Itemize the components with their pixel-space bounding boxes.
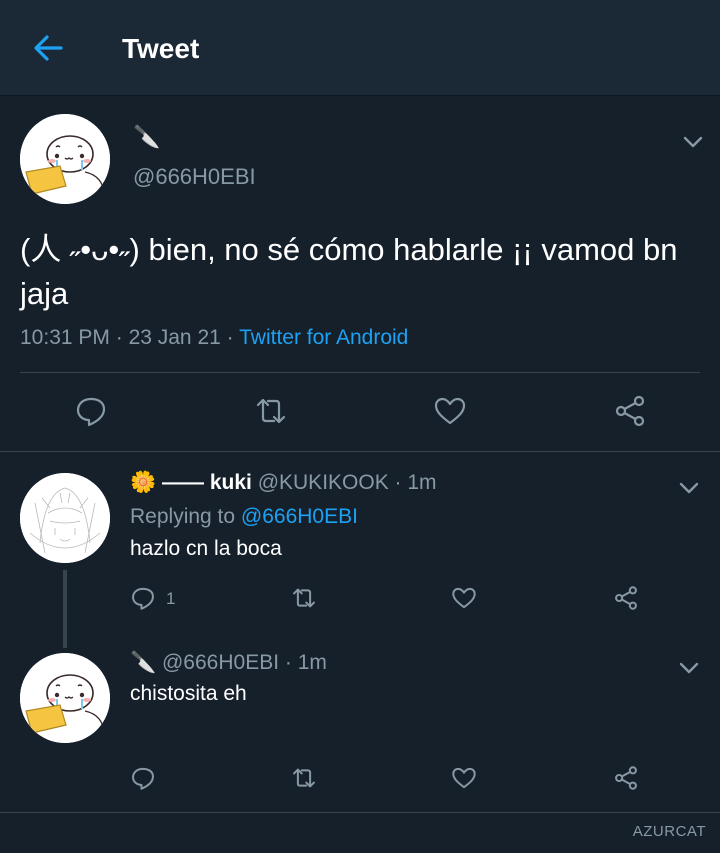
heart-icon [452, 767, 476, 789]
app-header: Tweet [0, 0, 720, 96]
reply-options-button[interactable] [676, 658, 702, 678]
reply-button[interactable] [74, 394, 108, 428]
replying-to: Replying to @666H0EBI [130, 505, 358, 529]
reply-text: chistosita eh [130, 682, 247, 705]
reply-avatar[interactable] [20, 473, 110, 563]
author-name-emoji[interactable]: 🔪 [133, 124, 160, 150]
heart-icon [452, 587, 476, 609]
chevron-down-icon [679, 482, 699, 494]
share-button[interactable] [613, 585, 639, 611]
thread-line [63, 570, 67, 648]
tweet-meta: 10:31 PM · 23 Jan 21 · Twitter for Andro… [20, 326, 408, 350]
tweet-options-button[interactable] [680, 132, 706, 152]
reply-icon [76, 397, 106, 427]
tweet-source-link[interactable]: Twitter for Android [239, 326, 408, 349]
avatar-character-icon [20, 114, 110, 204]
meta-separator: · [220, 326, 240, 349]
reply-author-handle[interactable]: @666H0EBI [156, 651, 279, 674]
tweet-time: 10:31 PM [20, 326, 110, 349]
divider [20, 372, 700, 373]
back-button[interactable] [30, 30, 66, 66]
reply-button[interactable] [130, 585, 156, 611]
tweet-text: (人 ˶•ᴗ•˶) bien, no sé cómo hablarle ¡¡ v… [20, 232, 678, 311]
chevron-down-icon [683, 136, 703, 148]
reply-name-emoji[interactable]: 🔪 [130, 651, 156, 674]
retweet-button[interactable] [291, 585, 317, 611]
reply-button[interactable] [130, 765, 156, 791]
reply-header: 🔪 @666H0EBI · 1m [130, 651, 327, 675]
share-icon [615, 586, 637, 610]
watermark: AZURCAT [632, 823, 706, 840]
author-handle[interactable]: @666H0EBI [133, 164, 256, 190]
page-title: Tweet [122, 33, 200, 64]
share-icon [615, 395, 645, 427]
reply-time: · 1m [388, 471, 437, 494]
author-avatar[interactable] [20, 114, 110, 204]
retweet-icon [293, 588, 315, 608]
like-button[interactable] [451, 765, 477, 791]
replying-to-link[interactable]: @666H0EBI [241, 505, 358, 528]
retweet-button[interactable] [291, 765, 317, 791]
divider [0, 451, 720, 452]
replying-to-prefix: Replying to [130, 505, 241, 528]
avatar-sketch-icon [20, 473, 110, 563]
heart-icon [434, 397, 466, 425]
divider [0, 812, 720, 813]
share-button[interactable] [613, 394, 647, 428]
reply-options-button[interactable] [676, 478, 702, 498]
retweet-button[interactable] [254, 394, 288, 428]
reply-time: · 1m [279, 651, 327, 674]
like-button[interactable] [433, 394, 467, 428]
tweet-detail-page: Tweet 🔪 @666H0EBI (人 ˶•ᴗ•˶) bien, no sé … [0, 0, 720, 853]
retweet-icon [293, 768, 315, 788]
reply-text: hazlo cn la boca [130, 537, 282, 560]
chevron-down-icon [679, 662, 699, 674]
reply-icon [132, 767, 154, 790]
arrow-left-icon [34, 35, 63, 61]
reply-name-emoji[interactable]: 🌼 [130, 471, 156, 494]
meta-separator: · [109, 326, 129, 349]
share-icon [615, 766, 637, 790]
like-button[interactable] [451, 585, 477, 611]
share-button[interactable] [613, 765, 639, 791]
tweet-date: 23 Jan 21 [128, 326, 221, 349]
reply-avatar[interactable] [20, 653, 110, 743]
reply-author-name[interactable]: —— kuki [156, 471, 252, 494]
reply-header: 🌼 —— kuki @KUKIKOOK · 1m [130, 471, 437, 495]
reply-author-handle[interactable]: @KUKIKOOK [252, 471, 389, 494]
retweet-icon [256, 398, 286, 424]
reply-icon [132, 587, 154, 610]
avatar-character-icon [20, 653, 110, 743]
reply-count: 1 [166, 589, 176, 608]
